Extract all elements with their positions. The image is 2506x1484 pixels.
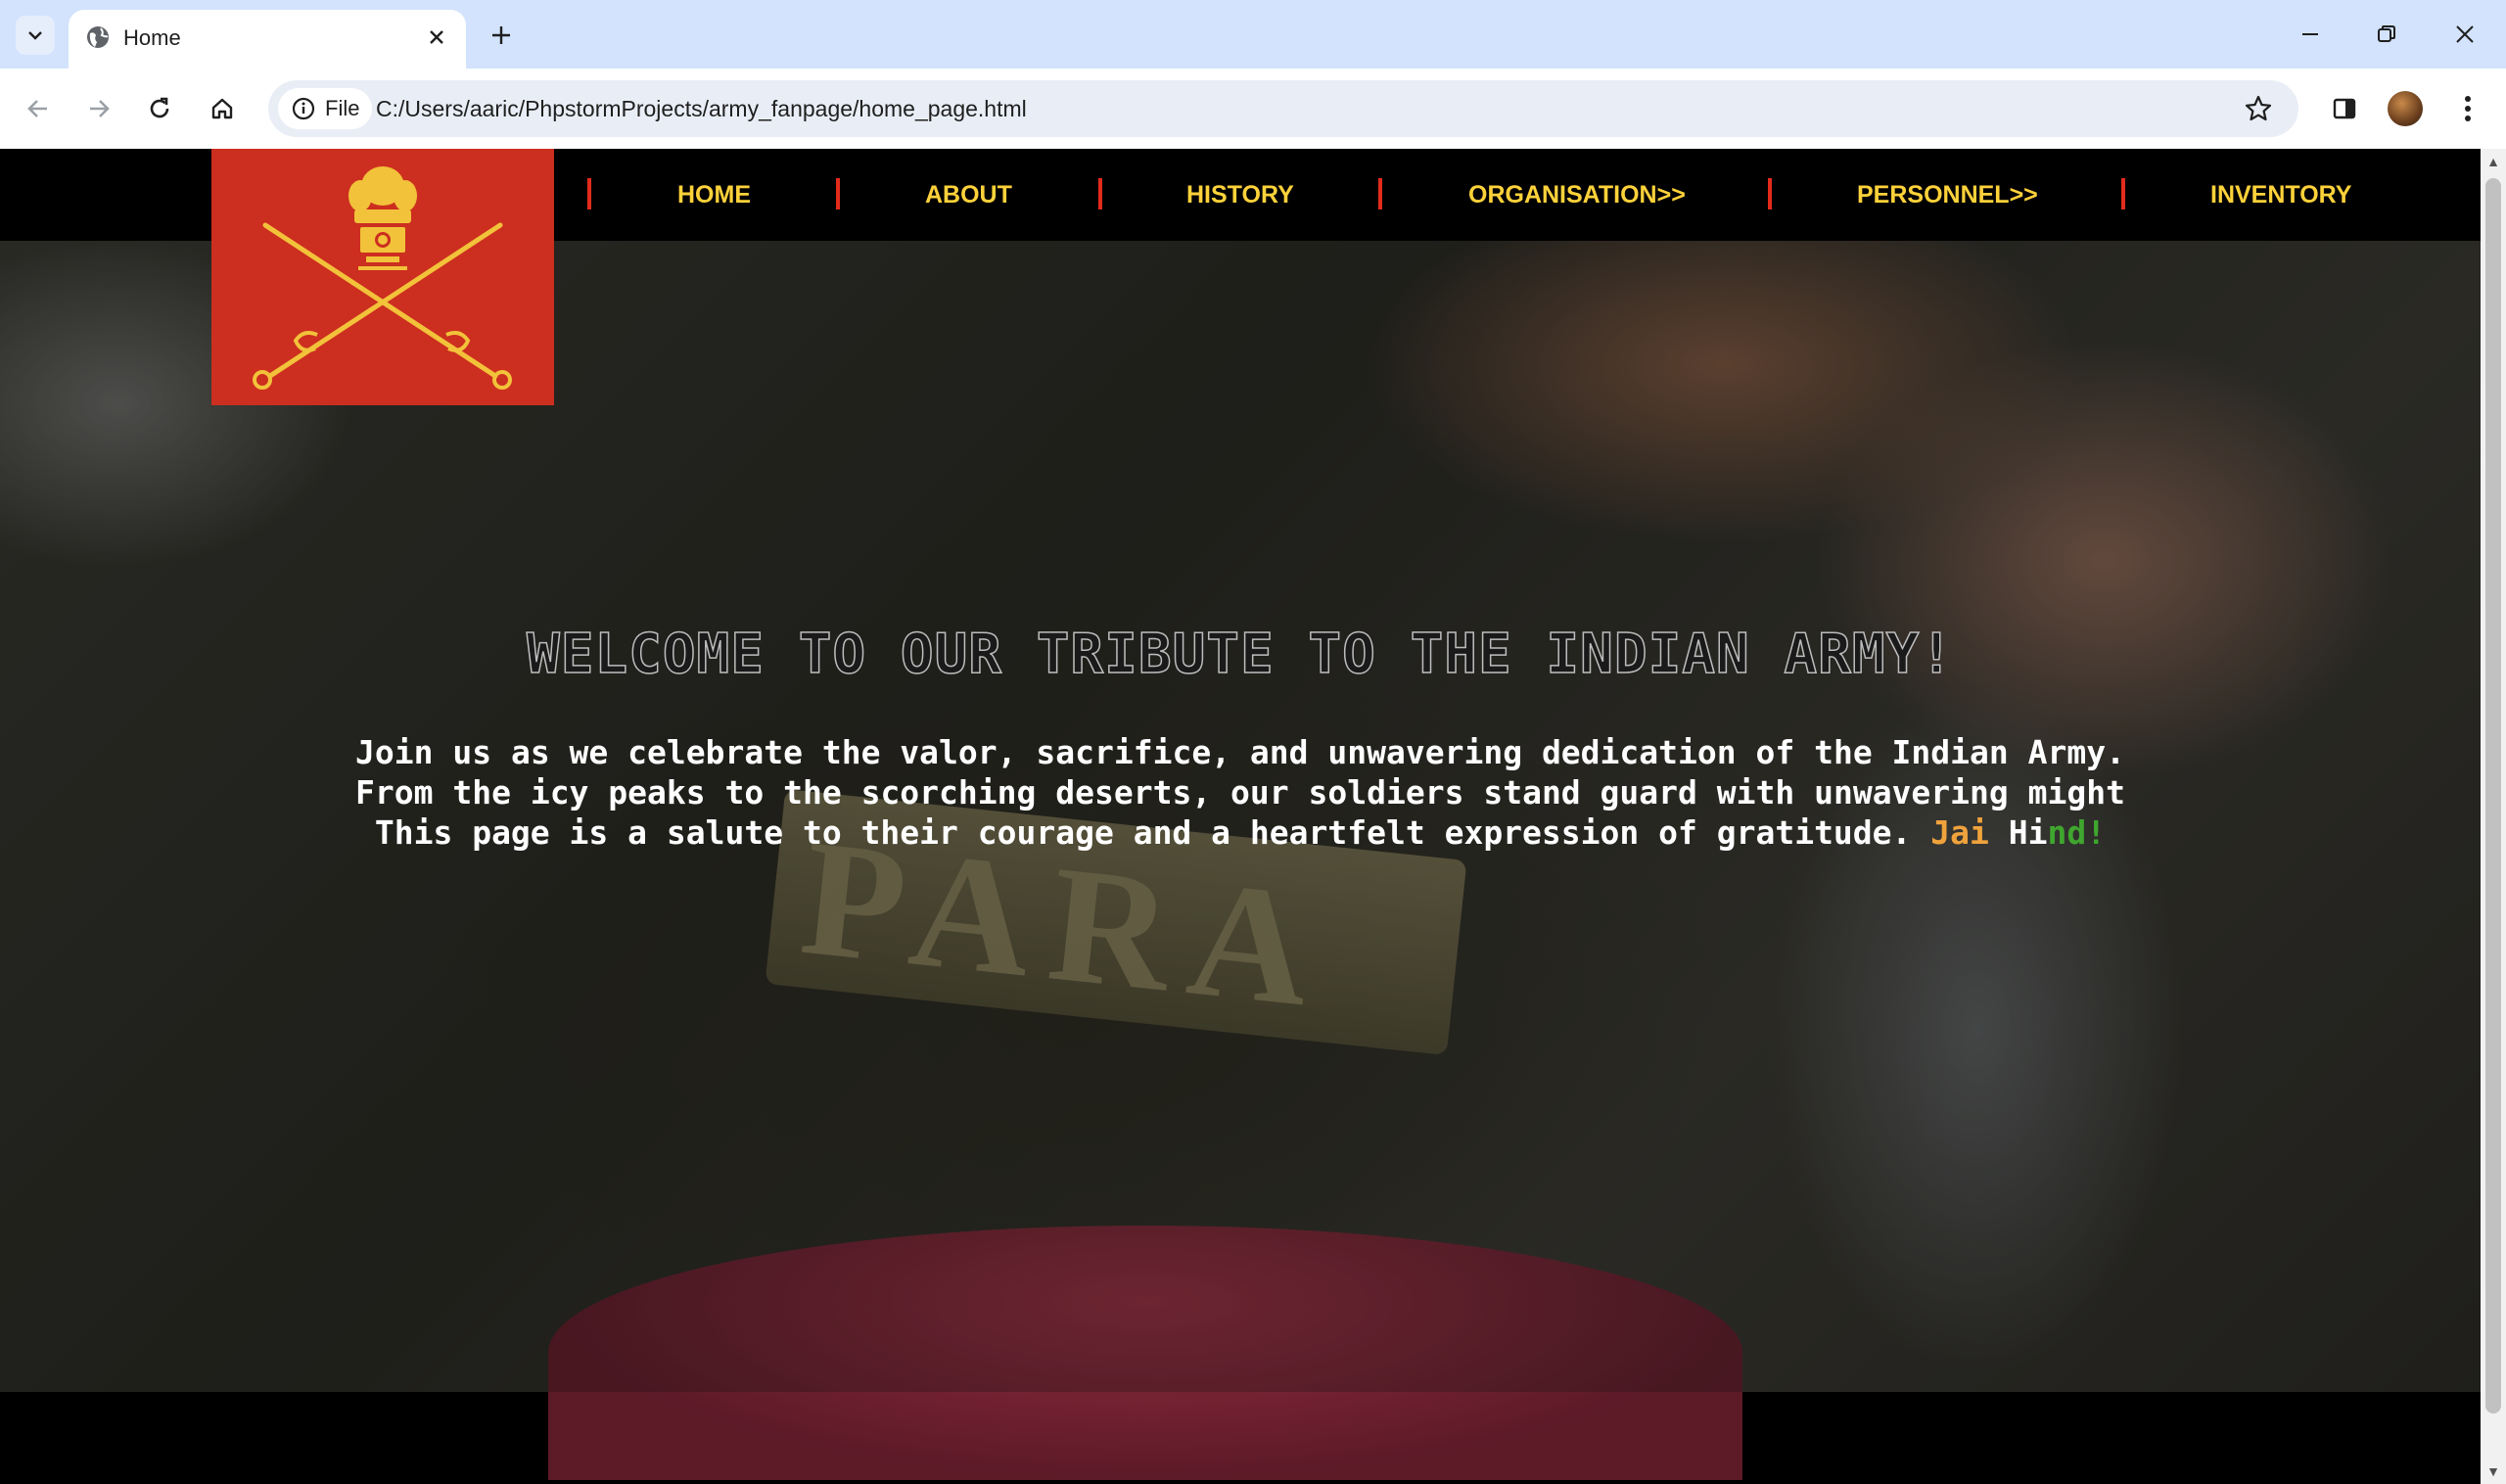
tab-strip: Home bbox=[0, 0, 2506, 69]
nav-separator bbox=[1768, 178, 1772, 209]
hero-line-2: From the icy peaks to the scorching dese… bbox=[355, 773, 2125, 812]
tab-title: Home bbox=[123, 25, 181, 50]
jai-hind-white: Hi bbox=[2008, 813, 2048, 852]
forward-button[interactable] bbox=[76, 86, 121, 131]
page-viewport: PARA WELCOME TO OUR TRIBUTE TO THE INDIA… bbox=[0, 149, 2481, 1484]
page-scrollbar[interactable]: ▲ ▼ bbox=[2481, 149, 2506, 1484]
home-button[interactable] bbox=[200, 86, 245, 131]
nav-home[interactable]: HOME bbox=[677, 178, 751, 211]
minimize-icon bbox=[2302, 33, 2318, 35]
nav-history[interactable]: HISTORY bbox=[1186, 178, 1294, 211]
globe-icon bbox=[87, 26, 109, 48]
avatar bbox=[2388, 91, 2423, 126]
army-emblem-icon bbox=[253, 166, 512, 390]
arrow-right-icon bbox=[90, 100, 110, 117]
url-text[interactable]: C:/Users/aaric/PhpstormProjects/army_fan… bbox=[376, 94, 1027, 123]
address-bar[interactable]: File C:/Users/aaric/PhpstormProjects/arm… bbox=[268, 80, 2298, 137]
active-tab[interactable]: Home bbox=[69, 10, 466, 69]
profile-button[interactable] bbox=[2383, 86, 2428, 131]
close-icon bbox=[430, 30, 443, 44]
restore-icon bbox=[2378, 25, 2395, 42]
browser-toolbar: File C:/Users/aaric/PhpstormProjects/arm… bbox=[0, 69, 2506, 149]
side-panel-button[interactable] bbox=[2322, 86, 2367, 131]
jai-hind-green: nd! bbox=[2047, 813, 2107, 852]
home-icon bbox=[211, 98, 233, 119]
site-info-label: File bbox=[325, 96, 360, 120]
nav-personnel[interactable]: PERSONNEL>> bbox=[1857, 178, 2038, 211]
hero-intro: Join us as we celebrate the valor, sacri… bbox=[0, 732, 2481, 853]
new-tab-button[interactable] bbox=[482, 16, 521, 55]
indian-army-logo[interactable] bbox=[211, 149, 554, 405]
nav-separator bbox=[836, 178, 840, 209]
hero-title: WELCOME TO OUR TRIBUTE TO THE INDIAN ARM… bbox=[526, 622, 1955, 687]
nav-inventory[interactable]: INVENTORY bbox=[2210, 178, 2351, 211]
nav-organisation[interactable]: ORGANISATION>> bbox=[1468, 178, 1686, 211]
minimize-button[interactable] bbox=[2281, 10, 2340, 59]
hero-line-3-text: This page is a salute to their courage a… bbox=[374, 813, 1931, 852]
nav-about[interactable]: ABOUT bbox=[925, 178, 1012, 211]
window-close-button[interactable] bbox=[2436, 10, 2494, 59]
plus-icon bbox=[492, 26, 510, 44]
close-icon bbox=[2456, 25, 2474, 43]
restore-button[interactable] bbox=[2357, 10, 2416, 59]
hero-line-3: This page is a salute to their courage a… bbox=[0, 812, 2481, 853]
site-navbar: HOME ABOUT HISTORY ORGANISATION>> PERSON… bbox=[0, 149, 2481, 405]
scrollbar-thumb[interactable] bbox=[2485, 178, 2501, 1414]
site-info-chip[interactable]: File bbox=[278, 88, 372, 129]
side-panel-icon bbox=[2333, 98, 2356, 119]
nav-separator bbox=[2121, 178, 2125, 209]
scroll-down-button[interactable]: ▼ bbox=[2481, 1459, 2506, 1484]
tab-search-button[interactable] bbox=[16, 16, 55, 55]
hero-line-1: Join us as we celebrate the valor, sacri… bbox=[355, 733, 2125, 771]
nav-separator bbox=[1098, 178, 1102, 209]
jai-hind-saffron: Jai bbox=[1930, 813, 2009, 852]
tab-close-button[interactable] bbox=[421, 22, 452, 53]
star-icon bbox=[2245, 95, 2272, 121]
reload-button[interactable] bbox=[137, 86, 182, 131]
scroll-up-button[interactable]: ▲ bbox=[2481, 149, 2506, 174]
info-icon bbox=[292, 97, 315, 120]
arrow-left-icon bbox=[27, 100, 47, 117]
nav-separator bbox=[1378, 178, 1382, 209]
back-button[interactable] bbox=[16, 86, 61, 131]
more-vertical-icon bbox=[2465, 96, 2471, 121]
bookmark-button[interactable] bbox=[2242, 92, 2275, 125]
reload-icon bbox=[150, 97, 169, 118]
browser-menu-button[interactable] bbox=[2445, 86, 2490, 131]
chevron-down-icon bbox=[28, 31, 42, 40]
nav-separator bbox=[587, 178, 591, 209]
